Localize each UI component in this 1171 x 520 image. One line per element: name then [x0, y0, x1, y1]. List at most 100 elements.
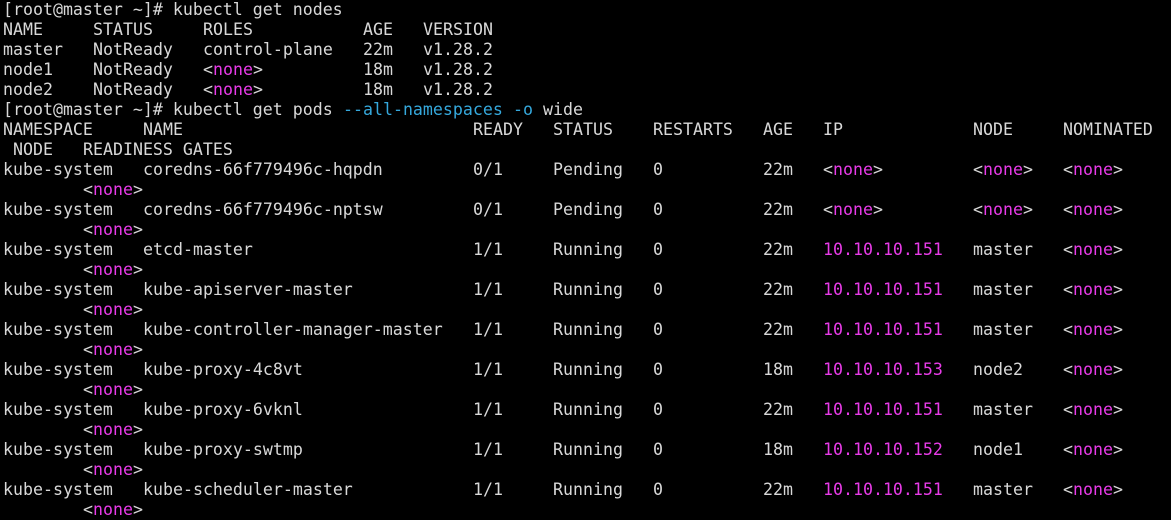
terminal-text: < [823, 160, 833, 179]
terminal-text: none [213, 60, 253, 79]
terminal-text: none [1073, 200, 1113, 219]
terminal-text: > [133, 220, 143, 239]
terminal-line-output: kube-system kube-proxy-6vknl 1/1 Running 0 22… [3, 400, 1171, 420]
terminal-text: > [133, 340, 143, 359]
terminal-text: RESTARTS [653, 120, 733, 139]
terminal-text: < [83, 500, 93, 519]
terminal-text: 0 [653, 280, 663, 299]
terminal-text: Running [553, 440, 623, 459]
terminal-text: Running [553, 240, 623, 259]
terminal-text: < [83, 340, 93, 359]
terminal-text: 0/1 [473, 160, 503, 179]
terminal-text: AGE [763, 120, 793, 139]
terminal-line-output: kube-system kube-controller-manager-maste… [3, 320, 1171, 340]
terminal-text: 0 [653, 480, 663, 499]
terminal-text: READINESS GATES [83, 140, 233, 159]
terminal-text: > [1113, 320, 1123, 339]
terminal-text: NotReady [93, 80, 173, 99]
terminal-text: 10.10.10.151 [823, 240, 943, 259]
terminal-text: 18m [363, 80, 393, 99]
terminal-text: none [93, 260, 133, 279]
terminal-text: none [93, 460, 133, 479]
terminal-text: > [1113, 480, 1123, 499]
terminal-line-output: kube-system kube-scheduler-master 1/1 Runni… [3, 480, 1171, 500]
terminal-text: none [1073, 400, 1113, 419]
terminal-text: 18m [763, 360, 793, 379]
terminal-text: 0 [653, 400, 663, 419]
terminal-text: kube-proxy-4c8vt [143, 360, 303, 379]
terminal-text: kube-proxy-6vknl [143, 400, 303, 419]
terminal-text: none [833, 200, 873, 219]
terminal-text: wide [533, 100, 583, 119]
terminal-text: Running [553, 400, 623, 419]
terminal-text: -o [513, 100, 533, 119]
terminal-line-header: NODE READINESS GATES [3, 140, 1171, 160]
terminal-text: 18m [363, 60, 393, 79]
terminal-text: < [1063, 240, 1073, 259]
terminal-text: VERSION [423, 20, 493, 39]
terminal-text: IP [823, 120, 843, 139]
terminal-text: > [873, 160, 883, 179]
terminal-text: none [93, 420, 133, 439]
terminal-text: coredns-66f779496c-nptsw [143, 200, 383, 219]
terminal-text: control-plane [203, 40, 333, 59]
terminal-line-output: < none > [3, 180, 1171, 200]
terminal-text: > [1113, 160, 1123, 179]
terminal-text: > [133, 260, 143, 279]
terminal-text: 1/1 [473, 320, 503, 339]
terminal-text: node1 [3, 60, 53, 79]
terminal-text: NotReady [93, 60, 173, 79]
terminal-text: AGE [363, 20, 393, 39]
terminal-text: < [83, 300, 93, 319]
terminal-text: 22m [763, 200, 793, 219]
terminal-text: < [1063, 480, 1073, 499]
terminal-text: node2 [3, 80, 53, 99]
terminal-text: master [973, 280, 1033, 299]
terminal-line-output: master NotReady control-plane 22m v1.28.2 [3, 40, 1171, 60]
terminal-text: kube-system [3, 280, 113, 299]
terminal-text: < [973, 160, 983, 179]
terminal-text: < [1063, 280, 1073, 299]
terminal-text: none [983, 200, 1023, 219]
terminal-line-output: kube-system coredns-66f779496c-nptsw 0/1 Pe… [3, 200, 1171, 220]
terminal-text: 10.10.10.151 [823, 320, 943, 339]
terminal-text: node1 [973, 440, 1023, 459]
terminal-line-output: < none > [3, 420, 1171, 440]
terminal-text: 10.10.10.153 [823, 360, 943, 379]
terminal-text: kube-system [3, 360, 113, 379]
terminal-text: NOMINATED [1063, 120, 1153, 139]
terminal-line-output: node1 NotReady < none >18m v1.28.2 [3, 60, 1171, 80]
terminal-text: none [93, 500, 133, 519]
terminal-line-output: kube-system kube-proxy-4c8vt 1/1 Running 0 18… [3, 360, 1171, 380]
terminal-text: Pending [553, 200, 623, 219]
terminal-text: > [1113, 280, 1123, 299]
terminal-text: > [253, 80, 263, 99]
terminal-text: master [973, 480, 1033, 499]
terminal-text: > [873, 200, 883, 219]
terminal-text: 0 [653, 440, 663, 459]
terminal-text: < [1063, 160, 1073, 179]
terminal-text: ROLES [203, 20, 253, 39]
terminal-text: > [133, 500, 143, 519]
terminal-text: none [93, 180, 133, 199]
terminal-line-output: kube-system kube-proxy-swtmp 1/1 Running 0 18… [3, 440, 1171, 460]
terminal-output[interactable]: [root@master ~]# kubectl get nodes NAME ST… [0, 0, 1171, 520]
terminal-line-output: kube-system kube-apiserver-master 1/1 Runni… [3, 280, 1171, 300]
terminal-text: NotReady [93, 40, 173, 59]
terminal-text: none [1073, 360, 1113, 379]
terminal-text: kube-system [3, 440, 113, 459]
terminal-text: > [1023, 160, 1033, 179]
terminal-text: > [133, 300, 143, 319]
terminal-text: kube-proxy-swtmp [143, 440, 303, 459]
terminal-text: > [1023, 200, 1033, 219]
terminal-text: coredns-66f779496c-hqpdn [143, 160, 383, 179]
terminal-text: v1.28.2 [423, 60, 493, 79]
terminal-text: 1/1 [473, 480, 503, 499]
terminal-text: kube-system [3, 200, 113, 219]
terminal-text: 10.10.10.151 [823, 400, 943, 419]
terminal-text: < [83, 380, 93, 399]
terminal-line-header: NAMESPACE NAME READY STATUS RESTARTS AGE IP NOD… [3, 120, 1171, 140]
terminal-text: > [253, 60, 263, 79]
terminal-text: > [133, 420, 143, 439]
